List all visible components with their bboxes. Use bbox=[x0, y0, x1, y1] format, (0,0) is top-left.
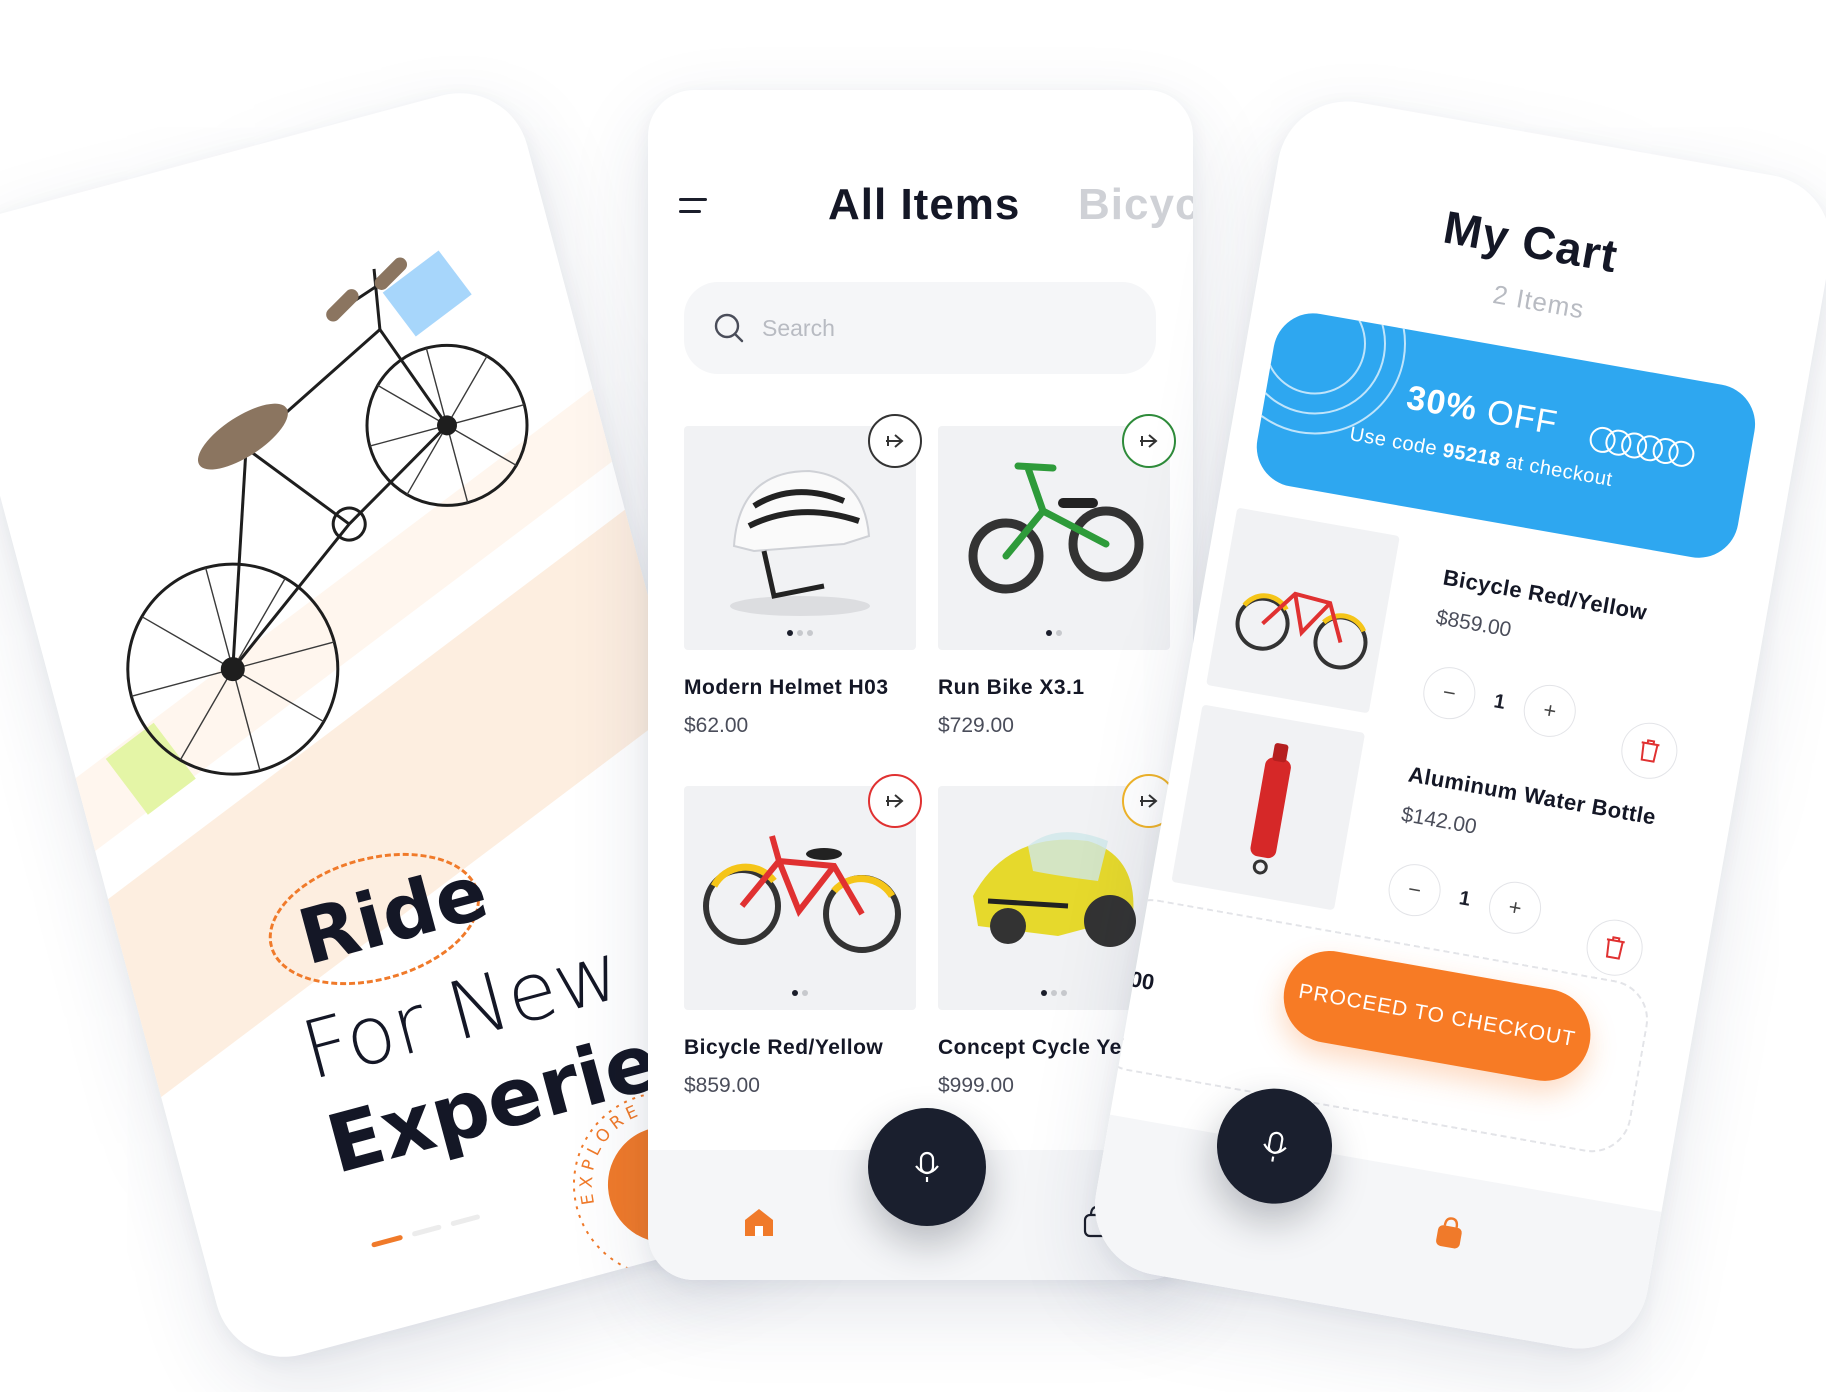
cart-item-price: $859.00 bbox=[1434, 605, 1514, 642]
product-price: $729.00 bbox=[938, 714, 1014, 737]
voice-search-button[interactable] bbox=[868, 1108, 986, 1226]
product-name: Run Bike X3.1 bbox=[938, 676, 1085, 699]
pager-dot bbox=[450, 1213, 481, 1227]
arrow-right-icon bbox=[886, 794, 904, 808]
product-price: $859.00 bbox=[684, 1074, 760, 1097]
pager-dot-active bbox=[371, 1234, 404, 1248]
cart-screen: My Cart 2 Items 30% OFF Use code 95218 a… bbox=[1083, 90, 1826, 1360]
cart-title: My Cart bbox=[1439, 200, 1622, 283]
search-bar[interactable] bbox=[684, 282, 1156, 374]
trash-icon bbox=[1640, 739, 1660, 763]
arrow-right-icon bbox=[886, 434, 904, 448]
cart-item-price: $142.00 bbox=[1399, 802, 1479, 839]
increase-button[interactable]: + bbox=[1484, 877, 1546, 938]
cart-item-image bbox=[1206, 507, 1400, 714]
cart-item-image bbox=[1171, 704, 1366, 911]
decrease-button[interactable]: − bbox=[1419, 663, 1480, 724]
search-input[interactable] bbox=[760, 313, 1124, 343]
bottom-nav bbox=[1083, 1114, 1662, 1360]
bicycle-red-yellow-image bbox=[1235, 591, 1368, 670]
image-dots bbox=[792, 990, 808, 996]
search-icon bbox=[714, 313, 744, 343]
mic-icon bbox=[1262, 1131, 1287, 1162]
tab-all-items[interactable]: All Items bbox=[828, 180, 1020, 230]
water-bottle-image bbox=[1250, 743, 1291, 875]
arrow-right-icon bbox=[1140, 794, 1158, 808]
product-card[interactable]: Run Bike X3.1 $729.00 bbox=[938, 414, 1176, 738]
view-product-button[interactable] bbox=[1122, 414, 1176, 468]
menu-icon[interactable] bbox=[679, 198, 707, 222]
mic-icon bbox=[915, 1151, 939, 1182]
remove-item-button[interactable] bbox=[1616, 718, 1682, 784]
image-dots bbox=[1046, 630, 1062, 636]
quantity-stepper: − 1 + bbox=[1419, 663, 1580, 741]
quantity-stepper: − 1 + bbox=[1384, 859, 1546, 938]
product-price: $62.00 bbox=[684, 714, 749, 737]
image-dots bbox=[1041, 990, 1067, 996]
view-product-button[interactable] bbox=[868, 414, 922, 468]
quantity-value: 1 bbox=[1457, 886, 1473, 911]
product-card[interactable]: Modern Helmet H03 $62.00 bbox=[684, 414, 922, 738]
home-icon[interactable] bbox=[742, 1206, 776, 1243]
decrease-button[interactable]: − bbox=[1384, 859, 1445, 921]
quantity-value: 1 bbox=[1492, 689, 1508, 714]
product-name: Modern Helmet H03 bbox=[684, 676, 889, 699]
arrow-right-icon bbox=[1140, 434, 1158, 448]
onboarding-pager bbox=[371, 1213, 481, 1248]
trash-icon bbox=[1605, 936, 1625, 960]
product-name: Bicycle Red/Yellow bbox=[684, 1036, 884, 1059]
cart-item-count: 2 Items bbox=[1490, 278, 1587, 325]
view-product-button[interactable] bbox=[868, 774, 922, 828]
increase-button[interactable]: + bbox=[1519, 680, 1580, 741]
tab-bicycles[interactable]: Bicycl bbox=[1078, 180, 1193, 230]
image-dots bbox=[787, 630, 813, 636]
product-card[interactable]: Bicycle Red/Yellow $859.00 bbox=[684, 774, 922, 1098]
remove-item-button[interactable] bbox=[1582, 915, 1648, 981]
pager-dot bbox=[411, 1224, 442, 1237]
